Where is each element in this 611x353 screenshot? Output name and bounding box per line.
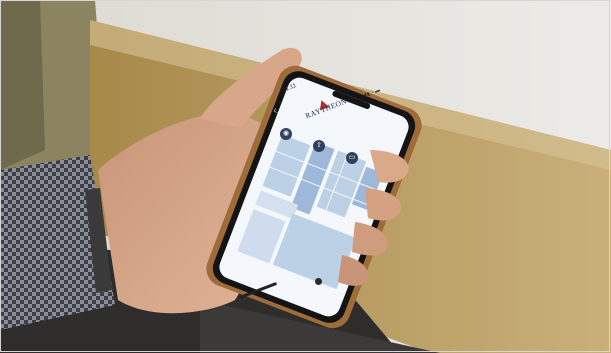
photo-scene: 11:11 ▮▮ ◔ ▬ ‹ RAYTHEON ◉ ⇧ ▭ — [0, 0, 611, 353]
navigation-icon[interactable]: ⇧ — [313, 140, 325, 152]
status-time: 11:11 — [282, 82, 298, 94]
transit-icon[interactable]: ▭ — [346, 152, 358, 164]
location-button[interactable] — [315, 278, 322, 285]
directory-icon[interactable]: ◉ — [280, 128, 292, 140]
back-arrow-icon[interactable]: ‹ — [271, 103, 280, 118]
app-screen: 11:11 ▮▮ ◔ ▬ ‹ RAYTHEON ◉ ⇧ ▭ — [0, 0, 611, 353]
home-indicator[interactable] — [238, 281, 278, 300]
status-icons: ▮▮ ◔ ▬ — [363, 87, 381, 99]
